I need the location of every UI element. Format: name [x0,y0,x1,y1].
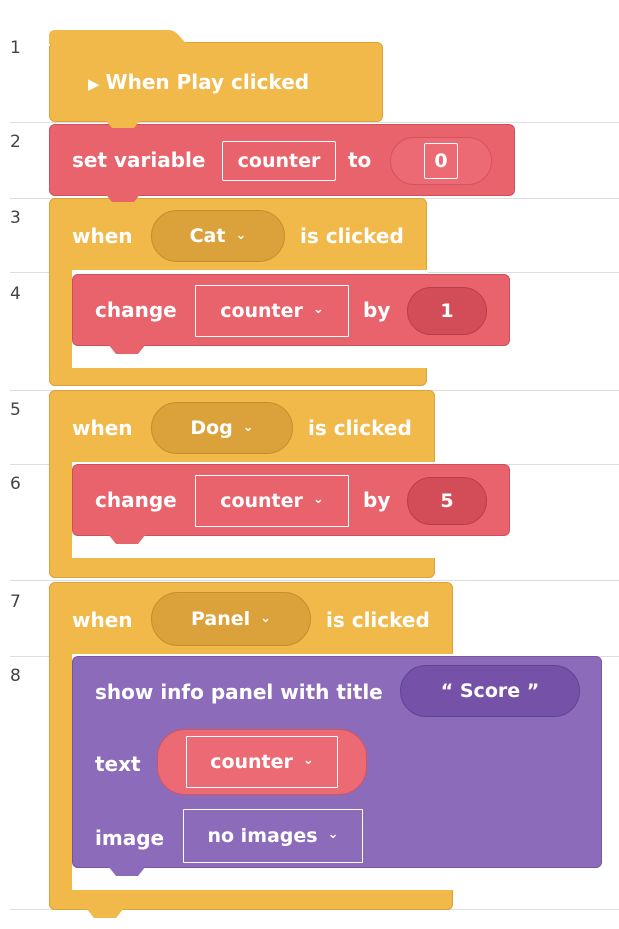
variable-name: counter [220,490,303,512]
chevron-down-icon: ⌄ [302,753,314,768]
chevron-down-icon: ⌄ [312,492,324,507]
variable-dropdown[interactable]: counter ⌄ [195,475,349,527]
sprite-dropdown-dog[interactable]: Dog ⌄ [151,402,293,454]
value-slot[interactable]: 0 [390,137,492,185]
sprite-name: Panel [190,608,251,630]
chevron-down-icon: ⌄ [312,302,324,317]
line-number: 4 [10,284,21,304]
value-input[interactable]: 0 [424,143,458,179]
line-number: 2 [10,132,21,152]
image-label: image [95,826,165,850]
c-bottom-arm [49,890,453,910]
when-label: when [72,416,133,440]
info-panel-title-label: show info panel with title [95,680,383,704]
chevron-down-icon: ⌄ [235,227,247,243]
connector-notch [104,118,142,128]
title-string-input[interactable]: “ Score ” [400,665,580,717]
text-variable-dropdown[interactable]: counter ⌄ [186,736,338,788]
image-dropdown[interactable]: no images ⌄ [183,809,363,863]
show-info-panel-block[interactable]: show info panel with title “ Score ” tex… [72,656,602,868]
text-reporter-slot[interactable]: counter ⌄ [157,729,367,795]
change-label: change [95,298,177,322]
c-bottom-arm [49,368,427,386]
when-play-clicked-hat-block[interactable]: ▶ When Play clicked [49,42,383,122]
line-number: 7 [10,592,21,612]
connector-notch [104,192,142,202]
line-number: 6 [10,474,21,494]
sprite-name: Cat [189,225,226,247]
c-bottom-arm [49,558,435,578]
is-clicked-label: is clicked [326,608,430,632]
when-label: when [72,608,133,632]
line-number: 8 [10,666,21,686]
chevron-down-icon: ⌄ [260,610,272,626]
image-name: no images [207,825,318,847]
to-label: to [348,148,372,172]
connector-notch [86,908,124,918]
is-clicked-label: is clicked [308,416,412,440]
connector-notch [108,344,146,354]
change-label: change [95,488,177,512]
row-separator [10,122,619,123]
by-label: by [363,298,391,322]
variable-name: counter [220,300,303,322]
connector-notch [108,866,146,876]
line-number: 5 [10,400,21,420]
set-variable-block[interactable]: set variable counter to 0 [49,124,515,196]
text-label: text [95,752,141,776]
variable-name: counter [210,751,293,773]
change-variable-block-2[interactable]: change counter ⌄ by 5 [72,464,510,536]
chevron-down-icon: ⌄ [327,827,339,842]
sprite-name: Dog [190,417,233,439]
sprite-dropdown-cat[interactable]: Cat ⌄ [151,210,285,262]
sprite-dropdown-panel[interactable]: Panel ⌄ [151,592,311,646]
by-label: by [363,488,391,512]
when-label: when [72,224,133,248]
change-variable-block-1[interactable]: change counter ⌄ by 1 [72,274,510,346]
variable-dropdown[interactable]: counter ⌄ [195,285,349,337]
play-triangle-icon: ▶ [88,75,100,93]
is-clicked-label: is clicked [300,224,404,248]
hat-cap [49,30,187,44]
variable-name-field[interactable]: counter [222,141,336,181]
line-number: 3 [10,208,21,228]
line-number: 1 [10,38,21,58]
set-variable-label: set variable [72,148,206,172]
amount-input[interactable]: 1 [407,287,487,335]
hat-label: ▶ When Play clicked [88,70,310,94]
row-separator [10,580,619,581]
chevron-down-icon: ⌄ [242,419,254,435]
connector-notch [108,534,146,544]
amount-input[interactable]: 5 [407,477,487,525]
